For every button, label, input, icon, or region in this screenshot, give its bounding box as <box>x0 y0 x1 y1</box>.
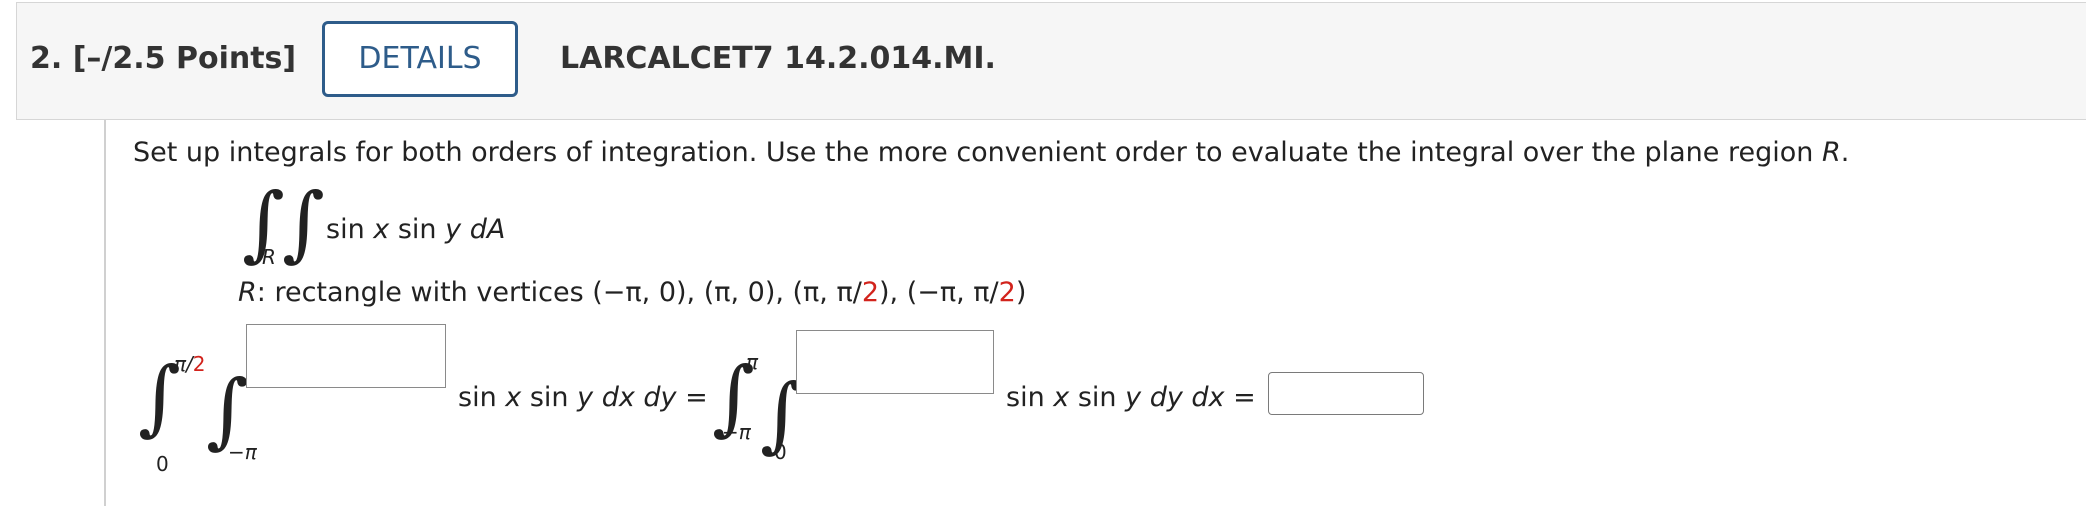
instructions-prefix: Set up integrals for both orders of inte… <box>133 137 1822 168</box>
final-answer-input[interactable] <box>1268 372 1424 415</box>
integrand-dydx: sin x sin y dy dx = <box>1006 382 1256 413</box>
equals-sign: = <box>1233 382 1256 413</box>
region-subscript: R <box>262 245 276 269</box>
integrand-part: sin <box>389 214 446 245</box>
question-body-rule <box>104 120 106 506</box>
integrand-part: sin <box>458 382 506 413</box>
outer-lower-limit: 0 <box>156 452 169 476</box>
outer-upper-limit: π/2 <box>174 352 206 376</box>
limit-highlight: 2 <box>192 352 206 376</box>
differential: dy dx <box>1149 382 1225 413</box>
integrand-part: sin <box>1006 382 1054 413</box>
region-variable: R <box>238 277 257 308</box>
details-button[interactable]: DETAILS <box>322 21 518 97</box>
differential: dx dy <box>601 382 677 413</box>
double-integral-integrand: sin x sin y dA <box>326 214 505 245</box>
integral-sign: ∫ <box>282 176 325 271</box>
variable-x: x <box>505 382 522 413</box>
instructions-suffix: . <box>1840 137 1850 168</box>
question-number-points: 2. [–/2.5 Points] <box>30 41 297 76</box>
variable-y: y <box>445 214 462 245</box>
outer-upper-limit: π <box>746 350 759 374</box>
course-problem-id: LARCALCET7 14.2.014.MI. <box>560 41 996 76</box>
equals-sign: = <box>685 382 708 413</box>
region-text: ) <box>1015 277 1027 308</box>
integrand-dxdy: sin x sin y dx dy = <box>458 382 708 413</box>
variable-y: y <box>1125 382 1142 413</box>
instructions-text: Set up integrals for both orders of inte… <box>133 137 1849 168</box>
region-value-highlight: 2 <box>861 277 880 308</box>
outer-lower-limit: −π <box>722 420 751 444</box>
inner-lower-limit: 0 <box>774 440 787 464</box>
differential-dA: dA <box>469 214 506 245</box>
inner-upper-limit-input[interactable] <box>246 324 446 388</box>
integrand-part: sin <box>326 214 374 245</box>
region-description: R: rectangle with vertices (−π, 0), (π, … <box>238 277 1026 308</box>
variable-x: x <box>373 214 390 245</box>
limit-text: π/ <box>174 352 193 376</box>
variable-y: y <box>577 382 594 413</box>
inner-lower-limit: −π <box>228 440 257 464</box>
region-value-highlight: 2 <box>998 277 1016 308</box>
integrand-part: sin <box>521 382 578 413</box>
region-variable: R <box>1821 137 1841 168</box>
inner-upper-limit-input[interactable] <box>796 330 994 394</box>
variable-x: x <box>1053 382 1070 413</box>
integrand-part: sin <box>1069 382 1126 413</box>
region-text: ), (−π, π/ <box>879 277 999 308</box>
region-text: : rectangle with vertices (−π, 0), (π, 0… <box>256 277 862 308</box>
